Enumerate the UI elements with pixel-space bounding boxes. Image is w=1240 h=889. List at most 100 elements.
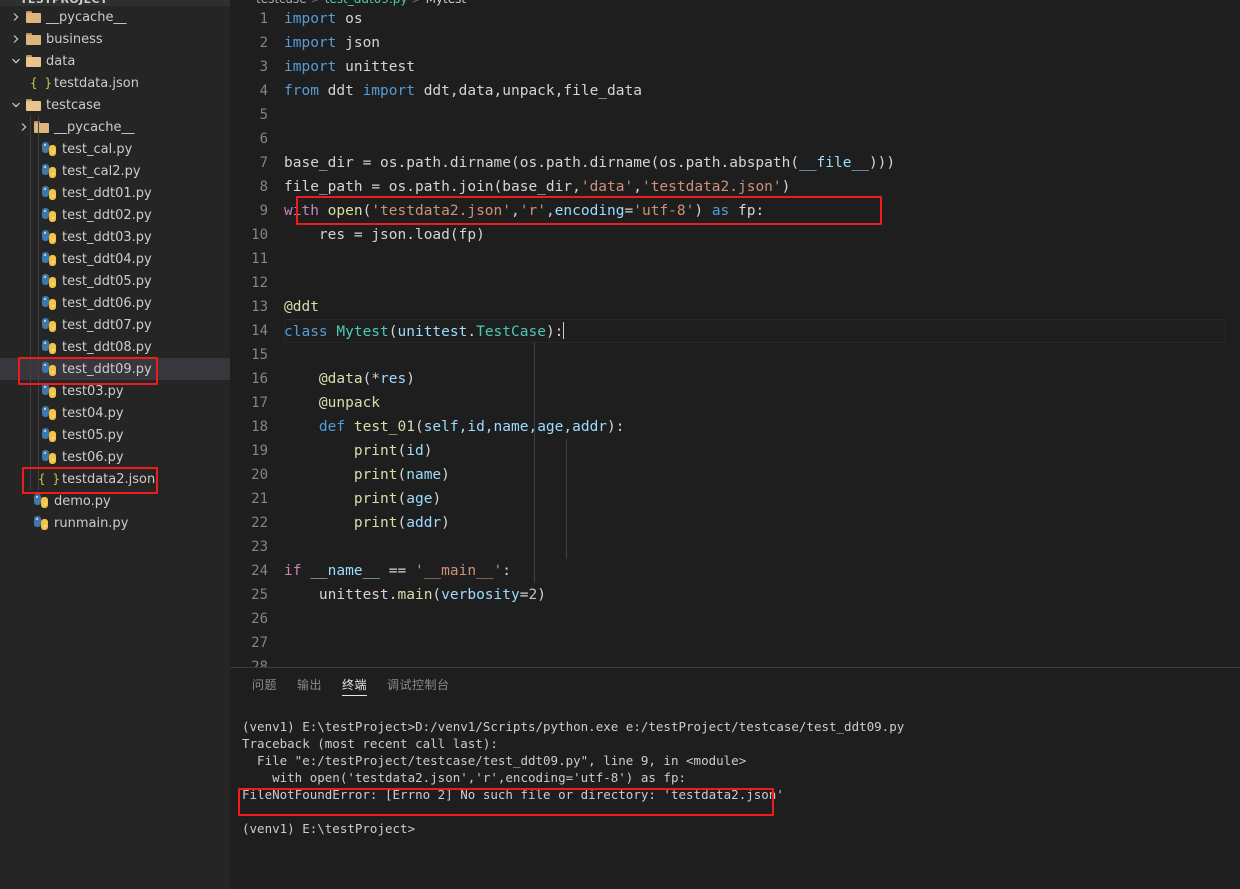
code-line-6[interactable]: 6: [230, 127, 1240, 151]
explorer-sidebar: TESTPROJECT __pycache__businessdata{ }te…: [0, 0, 230, 889]
python-file-icon: [40, 230, 58, 244]
tree-item-test-ddt05-py[interactable]: test_ddt05.py: [0, 270, 230, 292]
tree-indent-guide: [38, 116, 39, 490]
code-line-25[interactable]: 25 unittest.main(verbosity=2): [230, 583, 1240, 607]
tree-item---pycache--[interactable]: __pycache__: [0, 6, 230, 28]
code-line-11[interactable]: 11: [230, 247, 1240, 271]
line-number: 11: [251, 251, 268, 267]
chevron-down-icon[interactable]: [8, 100, 24, 110]
chevron-right-icon[interactable]: [8, 34, 24, 44]
tree-item-label: test_ddt02.py: [62, 207, 152, 223]
code-line-10[interactable]: 10 res = json.load(fp): [230, 223, 1240, 247]
code-line-26[interactable]: 26: [230, 607, 1240, 631]
code-line-14[interactable]: 14 class Mytest(unittest.TestCase):: [230, 319, 1240, 343]
code-line-21[interactable]: 21 print(age): [230, 487, 1240, 511]
tree-item-data[interactable]: data: [0, 50, 230, 72]
tree-item-label: test_ddt09.py: [62, 361, 152, 377]
tree-item-label: test_ddt01.py: [62, 185, 152, 201]
terminal-line-5: [242, 803, 1240, 820]
code-line-18[interactable]: 18 def test_01(self,id,name,age,addr):: [230, 415, 1240, 439]
code-line-22[interactable]: 22 print(addr): [230, 511, 1240, 535]
chevron-down-icon[interactable]: [8, 56, 24, 66]
tree-item-test-cal2-py[interactable]: test_cal2.py: [0, 160, 230, 182]
line-number: 26: [251, 611, 268, 627]
code-editor[interactable]: 1 import os 2 import json 3 import unittest 4 f…: [230, 7, 1240, 667]
tree-item-test-ddt08-py[interactable]: test_ddt08.py: [0, 336, 230, 358]
code-line-7[interactable]: 7 base_dir = os.path.dirname(os.path.dirn…: [230, 151, 1240, 175]
code-line-content: class Mytest(unittest.TestCase):: [284, 322, 565, 340]
panel-tab-2[interactable]: 终端: [332, 668, 377, 700]
tree-item-test-ddt09-py[interactable]: test_ddt09.py: [0, 358, 230, 380]
line-number: 21: [251, 491, 268, 507]
line-number: 10: [251, 227, 268, 243]
code-line-1[interactable]: 1 import os: [230, 7, 1240, 31]
code-line-24[interactable]: 24 if __name__ == '__main__':: [230, 559, 1240, 583]
code-line-2[interactable]: 2 import json: [230, 31, 1240, 55]
code-line-12[interactable]: 12: [230, 271, 1240, 295]
python-file-icon: [32, 516, 50, 530]
panel-tab-label: 调试控制台: [387, 677, 450, 692]
breadcrumb-folder[interactable]: testcase: [256, 0, 307, 6]
tree-item-label: testdata.json: [54, 75, 139, 91]
breadcrumb-symbol[interactable]: Mytest: [426, 0, 467, 6]
tree-item-testdata2-json[interactable]: { } testdata2.json: [0, 468, 230, 490]
terminal-line-3: with open('testdata2.json','r',encoding=…: [242, 770, 687, 785]
tree-item-test-ddt07-py[interactable]: test_ddt07.py: [0, 314, 230, 336]
python-file-icon: [40, 340, 58, 354]
tree-item-test-cal-py[interactable]: test_cal.py: [0, 138, 230, 160]
breadcrumb: testcase > test_ddt09.py > Mytest: [230, 0, 1240, 7]
python-file-icon: [40, 362, 58, 376]
terminal-line-1: Traceback (most recent call last):: [242, 736, 498, 751]
tree-item-test-ddt01-py[interactable]: test_ddt01.py: [0, 182, 230, 204]
panel-tab-0[interactable]: 问题: [242, 668, 287, 700]
panel-tab-bar: 问题 输出 终端 调试控制台: [230, 668, 1240, 700]
line-number: 27: [251, 635, 268, 651]
code-line-4[interactable]: 4 from ddt import ddt,data,unpack,file_da…: [230, 79, 1240, 103]
tree-item-test03-py[interactable]: test03.py: [0, 380, 230, 402]
tree-item-test-ddt04-py[interactable]: test_ddt04.py: [0, 248, 230, 270]
code-line-19[interactable]: 19 print(id): [230, 439, 1240, 463]
line-number: 23: [251, 539, 268, 555]
tree-item-demo-py[interactable]: demo.py: [0, 490, 230, 512]
code-line-13[interactable]: 13 @ddt: [230, 295, 1240, 319]
panel-tab-3[interactable]: 调试控制台: [377, 668, 460, 700]
tree-item-label: test_ddt08.py: [62, 339, 152, 355]
tree-item-test06-py[interactable]: test06.py: [0, 446, 230, 468]
code-line-23[interactable]: 23: [230, 535, 1240, 559]
python-file-icon: [40, 186, 58, 200]
tree-item-testcase[interactable]: testcase: [0, 94, 230, 116]
tree-item-business[interactable]: business: [0, 28, 230, 50]
tree-item-test05-py[interactable]: test05.py: [0, 424, 230, 446]
tree-item-test-ddt02-py[interactable]: test_ddt02.py: [0, 204, 230, 226]
code-line-content: unittest.main(verbosity=2): [284, 587, 546, 603]
code-line-20[interactable]: 20 print(name): [230, 463, 1240, 487]
line-number: 15: [251, 347, 268, 363]
code-line-16[interactable]: 16 @data(*res): [230, 367, 1240, 391]
tree-item-test04-py[interactable]: test04.py: [0, 402, 230, 424]
tree-item-testdata-json[interactable]: { } testdata.json: [0, 72, 230, 94]
tree-item---pycache--[interactable]: __pycache__: [0, 116, 230, 138]
code-line-3[interactable]: 3 import unittest: [230, 55, 1240, 79]
code-line-27[interactable]: 27: [230, 631, 1240, 655]
code-line-5[interactable]: 5: [230, 103, 1240, 127]
code-line-8[interactable]: 8 file_path = os.path.join(base_dir,'data…: [230, 175, 1240, 199]
code-line-content: base_dir = os.path.dirname(os.path.dirna…: [284, 155, 896, 171]
tree-item-runmain-py[interactable]: runmain.py: [0, 512, 230, 534]
breadcrumb-file[interactable]: test_ddt09.py: [325, 0, 408, 6]
tree-item-test-ddt06-py[interactable]: test_ddt06.py: [0, 292, 230, 314]
chevron-right-icon[interactable]: [8, 12, 24, 22]
tree-item-label: __pycache__: [46, 9, 127, 25]
tree-item-test-ddt03-py[interactable]: test_ddt03.py: [0, 226, 230, 248]
panel-tab-1[interactable]: 输出: [287, 668, 332, 700]
code-line-28[interactable]: 28: [230, 655, 1240, 667]
code-line-content: print(name): [353, 467, 450, 483]
editor-indent-guide: [534, 343, 535, 583]
panel-tab-label: 输出: [297, 677, 323, 692]
json-file-icon: { }: [30, 76, 52, 90]
tree-item-label: testcase: [46, 97, 101, 113]
code-line-15[interactable]: 15: [230, 343, 1240, 367]
folder-icon: [24, 11, 42, 23]
terminal-output[interactable]: (venv1) E:\testProject>D:/venv1/Scripts/…: [230, 700, 1240, 837]
code-line-9[interactable]: 9 with open('testdata2.json','r',encoding…: [230, 199, 1240, 223]
code-line-17[interactable]: 17 @unpack: [230, 391, 1240, 415]
